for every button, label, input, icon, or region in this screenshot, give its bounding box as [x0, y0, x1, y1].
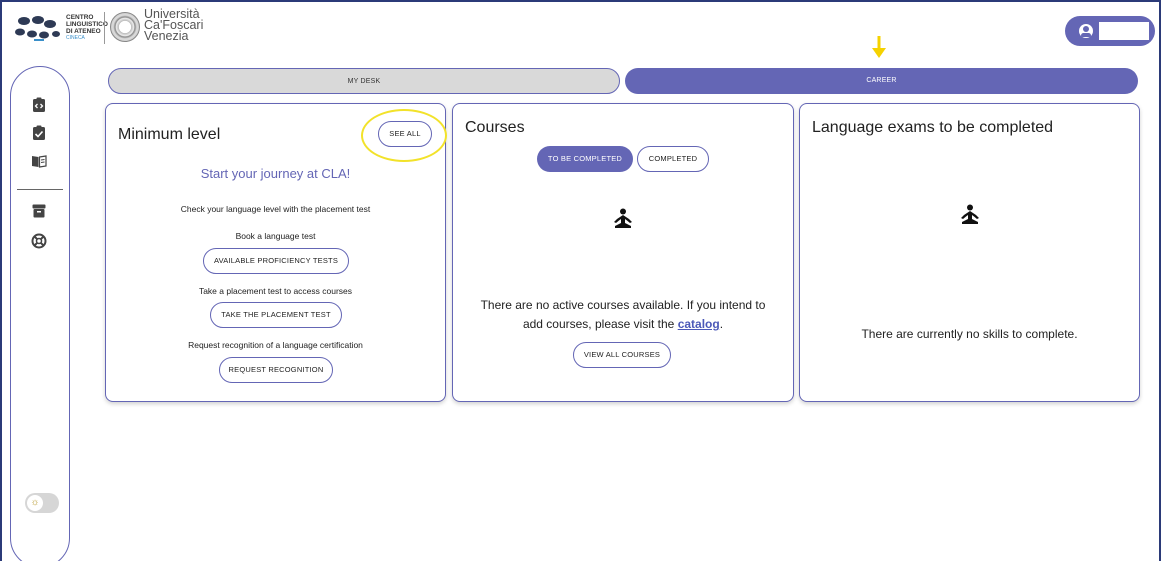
sidebar-code-clipboard-icon[interactable] [31, 97, 47, 113]
user-menu-button[interactable] [1065, 16, 1155, 46]
sidebar-divider [17, 189, 63, 190]
sun-icon: ☼ [27, 495, 43, 511]
view-all-courses-button[interactable]: VIEW ALL COURSES [573, 342, 671, 368]
request-recognition-button[interactable]: REQUEST RECOGNITION [219, 357, 333, 383]
user-name-field [1099, 22, 1149, 40]
book-test-text: Book a language test [235, 231, 316, 241]
courses-title: Courses [465, 119, 525, 136]
cla-logo-icon[interactable] [14, 14, 60, 42]
see-all-button[interactable]: SEE ALL [378, 121, 432, 147]
tab-my-desk[interactable]: MY DESK [108, 68, 620, 94]
user-account-icon [1079, 24, 1093, 38]
courses-card: Courses TO BE COMPLETED COMPLETED There … [452, 103, 794, 402]
placement-check-text: Check your language level with the place… [180, 204, 371, 214]
sidebar-lifebuoy-icon[interactable] [31, 233, 47, 249]
cla-logo-text: CENTRO LINGUISTICO DI ATENEO CINECA [66, 14, 108, 41]
university-name: Università Ca'Foscari Venezia [144, 7, 204, 43]
tab-to-be-completed[interactable]: TO BE COMPLETED [537, 146, 633, 172]
logo-divider [104, 12, 105, 44]
available-proficiency-tests-button[interactable]: AVAILABLE PROFICIENCY TESTS [203, 248, 349, 274]
tab-completed[interactable]: COMPLETED [637, 146, 709, 172]
journey-heading: Start your journey at CLA! [200, 166, 351, 181]
minimum-level-title: Minimum level [118, 126, 221, 143]
down-arrow-annotation-icon [872, 36, 886, 58]
university-seal-icon [110, 12, 140, 42]
recognition-text: Request recognition of a language certif… [188, 340, 363, 350]
meditation-icon [961, 204, 979, 224]
no-courses-message: There are no active courses available. I… [480, 298, 766, 331]
minimum-level-card: Minimum level SEE ALL Start your journey… [105, 103, 446, 402]
no-skills-message: There are currently no skills to complet… [861, 327, 1078, 341]
sidebar-archive-icon[interactable] [31, 203, 47, 219]
tab-career[interactable]: CAREER [625, 68, 1138, 94]
sidebar: ☼ [10, 66, 70, 561]
theme-toggle[interactable]: ☼ [25, 493, 59, 513]
sidebar-book-icon[interactable] [31, 153, 47, 169]
take-placement-test-button[interactable]: TAKE THE PLACEMENT TEST [210, 302, 342, 328]
language-exams-title: Language exams to be completed [812, 119, 1054, 136]
sidebar-clipboard-check-icon[interactable] [31, 125, 47, 141]
catalog-link[interactable]: catalog [678, 317, 720, 331]
placement-access-text: Take a placement test to access courses [198, 286, 353, 296]
language-exams-card: Language exams to be completed There are… [799, 103, 1140, 402]
header: CENTRO LINGUISTICO DI ATENEO CINECA Univ… [0, 0, 1161, 56]
meditation-icon [614, 208, 632, 228]
